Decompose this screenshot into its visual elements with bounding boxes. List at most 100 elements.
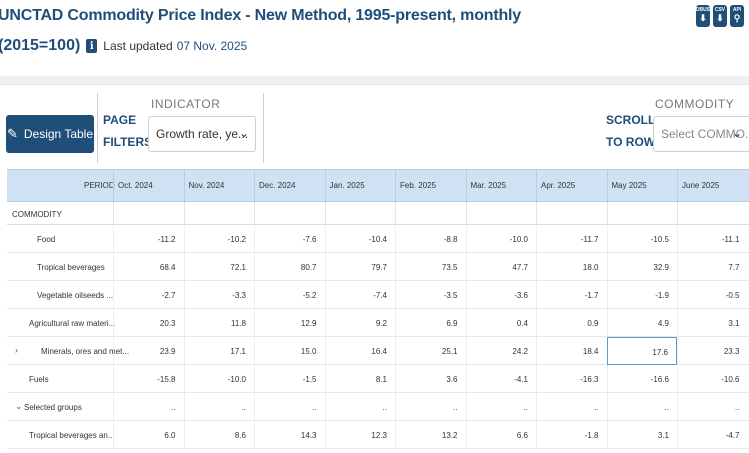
table-cell[interactable]: 6.0 xyxy=(113,421,184,449)
period-column-header[interactable]: Dec. 2024 xyxy=(254,170,325,203)
table-cell[interactable]: -10.0 xyxy=(466,225,537,253)
table-cell[interactable]: -5.2 xyxy=(254,281,325,309)
table-cell[interactable]: 23.3 xyxy=(677,337,748,365)
table-cell[interactable]: -3.5 xyxy=(395,281,466,309)
table-cell[interactable]: 4.9 xyxy=(607,309,678,337)
table-cell[interactable]: 47.7 xyxy=(466,253,537,281)
row-label: Food xyxy=(37,235,56,244)
period-column-header[interactable]: Mar. 2025 xyxy=(465,170,537,203)
api-button[interactable]: API ⚲ xyxy=(730,5,744,27)
table-cell[interactable]: -10.5 xyxy=(607,225,678,253)
table-cell[interactable]: -15.8 xyxy=(113,365,184,393)
table-row: Food -11.2 -10.2 -7.6 -10.4 -8.8 -10.0 -11.7 -10… xyxy=(7,225,749,253)
table-cell[interactable]: 13.2 xyxy=(395,421,466,449)
table-cell[interactable]: .. xyxy=(536,393,607,421)
period-column-header[interactable]: Apr. 2025 xyxy=(536,170,607,203)
table-cell[interactable]: .. xyxy=(113,393,184,421)
table-cell[interactable]: 18.0 xyxy=(536,253,607,281)
table-cell[interactable]: -11.2 xyxy=(113,225,184,253)
table-cell[interactable]: -4.1 xyxy=(466,365,537,393)
table-cell[interactable]: .. xyxy=(184,393,255,421)
table-cell[interactable]: 8.1 xyxy=(325,365,396,393)
info-icon[interactable]: i xyxy=(86,39,98,53)
table-cell[interactable]: 0.4 xyxy=(466,309,537,337)
table-cell[interactable]: -1.7 xyxy=(536,281,607,309)
table-cell[interactable]: -7.6 xyxy=(254,225,325,253)
table-cell[interactable]: -10.2 xyxy=(184,225,255,253)
period-label: PERIOD xyxy=(84,181,115,190)
table-cell[interactable]: 79.7 xyxy=(325,253,396,281)
period-column-header[interactable]: Oct. 2024 xyxy=(113,170,184,203)
table-cell[interactable]: .. xyxy=(677,393,748,421)
table-cell[interactable]: 12.9 xyxy=(254,309,325,337)
table-cell[interactable]: 68.4 xyxy=(113,253,184,281)
table-cell[interactable]: 80.7 xyxy=(254,253,325,281)
table-cell[interactable]: 9.2 xyxy=(325,309,396,337)
chevron-right-icon[interactable]: › xyxy=(15,345,18,355)
table-cell[interactable]: .. xyxy=(607,393,678,421)
table-cell[interactable]: 15.0 xyxy=(254,337,325,365)
table-cell[interactable]: 17.6 xyxy=(606,337,677,365)
table-cell[interactable]: -1.5 xyxy=(254,365,325,393)
table-cell[interactable]: 6.9 xyxy=(395,309,466,337)
commodity-column-label: COMMODITY xyxy=(12,210,62,219)
table-cell[interactable]: 73.5 xyxy=(395,253,466,281)
table-row: Tropical beverages an... 6.0 8.6 14.3 12.3 13… xyxy=(7,421,749,449)
table-cell[interactable]: 8.6 xyxy=(184,421,255,449)
table-cell[interactable]: 7.7 xyxy=(677,253,748,281)
period-column-header[interactable]: June 2025 xyxy=(677,170,748,203)
period-column-header[interactable]: Jan. 2025 xyxy=(324,170,396,203)
table-cell[interactable]: -1.8 xyxy=(536,421,607,449)
table-cell[interactable]: -11.7 xyxy=(536,225,607,253)
period-header-row: PERIOD Oct. 2024 Nov. 2024 Dec. 2024 Jan. 2… xyxy=(7,169,749,203)
table-cell[interactable]: -16.3 xyxy=(536,365,607,393)
download-dbus-button[interactable]: DBUS ⬇ xyxy=(696,5,710,27)
table-cell[interactable]: -10.4 xyxy=(325,225,396,253)
scroll-line1: SCROLL xyxy=(606,113,656,127)
table-cell[interactable]: 0.9 xyxy=(536,309,607,337)
table-cell[interactable]: -4.7 xyxy=(677,421,748,449)
api-icon: ⚲ xyxy=(733,13,741,23)
table-cell[interactable]: -7.4 xyxy=(325,281,396,309)
table-cell[interactable]: -0.5 xyxy=(677,281,748,309)
table-cell[interactable]: -2.7 xyxy=(113,281,184,309)
table-cell[interactable]: 24.2 xyxy=(466,337,537,365)
table-cell[interactable]: -10.0 xyxy=(184,365,255,393)
table-cell[interactable]: 20.3 xyxy=(113,309,184,337)
design-table-button[interactable]: ✎ Design Table xyxy=(6,115,94,153)
indicator-select[interactable]: Growth rate, ye... ⌄ xyxy=(148,116,256,152)
table-cell[interactable]: 3.1 xyxy=(677,309,748,337)
table-cell[interactable]: .. xyxy=(395,393,466,421)
table-cell[interactable]: 14.3 xyxy=(254,421,325,449)
table-cell[interactable]: .. xyxy=(325,393,396,421)
table-cell[interactable]: -8.8 xyxy=(395,225,466,253)
table-cell[interactable]: -10.6 xyxy=(677,365,748,393)
table-cell[interactable]: 16.4 xyxy=(325,337,396,365)
table-cell[interactable]: -11.1 xyxy=(677,225,748,253)
table-cell[interactable]: 17.1 xyxy=(184,337,255,365)
commodity-select[interactable]: Select COMMO... ⌄ xyxy=(653,116,749,152)
table-cell[interactable]: -16.6 xyxy=(607,365,678,393)
table-cell[interactable]: 32.9 xyxy=(607,253,678,281)
table-cell[interactable]: 23.9 xyxy=(113,337,184,365)
table-cell[interactable]: .. xyxy=(254,393,325,421)
period-column-header[interactable]: May 2025 xyxy=(606,170,678,203)
table-cell[interactable]: -1.9 xyxy=(607,281,678,309)
table-cell[interactable]: 3.6 xyxy=(395,365,466,393)
table-cell[interactable]: 25.1 xyxy=(395,337,466,365)
table-cell[interactable]: 6.6 xyxy=(466,421,537,449)
table-cell[interactable]: -3.6 xyxy=(466,281,537,309)
table-cell[interactable]: 72.1 xyxy=(184,253,255,281)
table-cell[interactable]: 12.3 xyxy=(325,421,396,449)
table-cell[interactable]: 18.4 xyxy=(536,337,607,365)
page-filters-label: PAGE FILTERS xyxy=(103,109,152,153)
period-column-header[interactable]: Feb. 2025 xyxy=(395,170,466,203)
table-cell[interactable]: .. xyxy=(466,393,537,421)
period-column-header[interactable]: Nov. 2024 xyxy=(183,170,255,203)
download-csv-button[interactable]: CSV ⬇ xyxy=(713,5,727,27)
table-cell[interactable]: 3.1 xyxy=(607,421,678,449)
chevron-down-icon[interactable]: ⌄ xyxy=(15,401,23,412)
title-bar: UNCTAD Commodity Price Index - New Metho… xyxy=(0,0,749,76)
table-cell[interactable]: 11.8 xyxy=(184,309,255,337)
table-cell[interactable]: -3.3 xyxy=(184,281,255,309)
